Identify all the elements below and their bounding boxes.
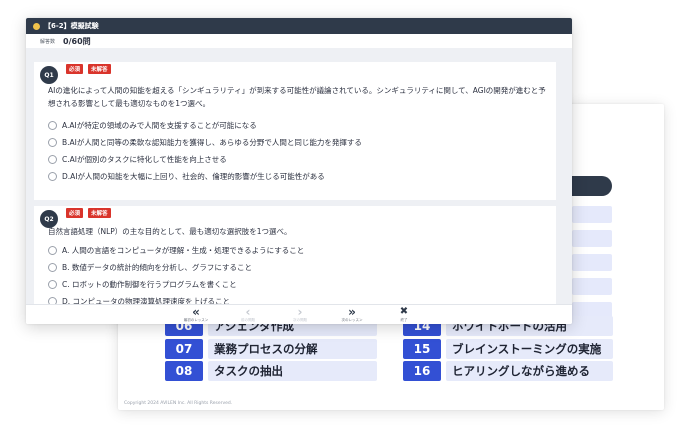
next-lesson-label: 次のレッスン xyxy=(341,318,363,322)
quiz-nav-bar: « 最初のレッスン ‹ 前の問題 › 次の問題 » 次のレッスン ✖ 終了 xyxy=(26,304,572,324)
answered-count: 0/60問 xyxy=(63,36,91,46)
lesson-item[interactable]: 16 ヒアリングしながら進める xyxy=(403,361,613,381)
chevron-left-icon: ‹ xyxy=(245,305,251,319)
lesson-placeholder xyxy=(572,278,612,295)
exit-button[interactable]: ✖ 終了 xyxy=(378,306,430,323)
chevron-right-icon: › xyxy=(297,305,303,319)
option-label: B.AIが人間と同等の柔軟な認知能力を獲得し、あらゆる分野で人間と同じ能力を発揮… xyxy=(62,138,362,147)
radio-button[interactable] xyxy=(48,246,57,255)
lesson-number: 08 xyxy=(165,361,203,381)
question-card: Q1 必須 未解答 AIの進化によって人間の知能を超える「シンギュラリティ」が到… xyxy=(34,62,556,200)
option-label: A. 人間の言語をコンピュータが理解・生成・処理できるようにすること xyxy=(62,246,305,255)
radio-button[interactable] xyxy=(48,121,57,130)
lesson-item[interactable]: 08 タスクの抽出 xyxy=(165,361,377,381)
first-lesson-button[interactable]: « 最初のレッスン xyxy=(170,306,222,323)
question-number-badge: Q1 xyxy=(40,66,58,84)
option-label: B. 数値データの統計的傾向を分析し、グラフにすること xyxy=(62,263,252,272)
lesson-title: ヒアリングしながら進める xyxy=(446,361,613,381)
first-lesson-label: 最初のレッスン xyxy=(183,318,209,322)
answer-option[interactable]: A.AIが特定の領域のみで人間を支援することが可能になる xyxy=(48,120,257,131)
radio-button[interactable] xyxy=(48,280,57,289)
prev-question-button[interactable]: ‹ 前の問題 xyxy=(222,306,274,323)
option-label: D.AIが人間の知能を大幅に上回り、社会的、倫理的影響が生じる可能性がある xyxy=(62,172,325,181)
required-tag: 必須 xyxy=(66,208,84,218)
lesson-placeholder xyxy=(572,254,612,271)
next-lesson-button[interactable]: » 次のレッスン xyxy=(326,306,378,323)
lesson-placeholder xyxy=(572,206,612,223)
answered-label: 解答数 xyxy=(40,38,56,45)
lesson-item[interactable]: 07 業務プロセスの分解 xyxy=(165,339,377,359)
unanswered-tag: 未解答 xyxy=(88,208,111,218)
exit-label: 終了 xyxy=(400,318,408,322)
radio-button[interactable] xyxy=(48,172,57,181)
answer-option[interactable]: C. ロボットの動作制御を行うプログラムを書くこと xyxy=(48,279,237,290)
lesson-number: 16 xyxy=(403,361,441,381)
lesson-number: 15 xyxy=(403,339,441,359)
answer-option[interactable]: B.AIが人間と同等の柔軟な認知能力を獲得し、あらゆる分野で人間と同じ能力を発揮… xyxy=(48,137,362,148)
double-chevron-right-icon: » xyxy=(348,305,356,319)
answer-option[interactable]: D.AIが人間の知能を大幅に上回り、社会的、倫理的影響が生じる可能性がある xyxy=(48,171,325,182)
question-text: 自然言語処理（NLP）の主な目的として、最も適切な選択肢を1つ選べ。 xyxy=(48,227,292,236)
lesson-title: 業務プロセスの分解 xyxy=(208,339,377,359)
status-dot-icon xyxy=(33,22,40,30)
quiz-header: 【6-2】模擬試験 xyxy=(26,18,572,34)
question-scroll-area[interactable]: Q1 必須 未解答 AIの進化によって人間の知能を超える「シンギュラリティ」が到… xyxy=(26,48,572,306)
quiz-title: 【6-2】模擬試験 xyxy=(44,22,99,30)
quiz-window: 【6-2】模擬試験 解答数 0/60問 Q1 必須 未解答 AIの進化によって人… xyxy=(26,18,572,324)
next-question-label: 次の問題 xyxy=(293,318,307,322)
option-label: C.AIが個別のタスクに特化して性能を向上させる xyxy=(62,155,227,164)
copyright-text: Copyright 2024 AVILEN Inc. All Rights Re… xyxy=(124,401,233,406)
prev-question-label: 前の問題 xyxy=(241,318,255,322)
radio-button[interactable] xyxy=(48,138,57,147)
answered-count-row: 解答数 0/60問 xyxy=(26,34,572,49)
radio-button[interactable] xyxy=(48,155,57,164)
question-text: AIの進化によって人間の知能を超える「シンギュラリティ」が到来する可能性が議論さ… xyxy=(48,86,546,108)
option-label: C. ロボットの動作制御を行うプログラムを書くこと xyxy=(62,280,237,289)
double-chevron-left-icon: « xyxy=(192,305,200,319)
next-question-button[interactable]: › 次の問題 xyxy=(274,306,326,323)
answer-option[interactable]: A. 人間の言語をコンピュータが理解・生成・処理できるようにすること xyxy=(48,245,304,256)
lesson-number: 07 xyxy=(165,339,203,359)
answer-option[interactable]: B. 数値データの統計的傾向を分析し、グラフにすること xyxy=(48,262,252,273)
lesson-title: ブレインストーミングの実施 xyxy=(446,339,613,359)
question-card: Q2 必須 未解答 自然言語処理（NLP）の主な目的として、最も適切な選択肢を1… xyxy=(34,206,556,306)
option-label: A.AIが特定の領域のみで人間を支援することが可能になる xyxy=(62,121,257,130)
lesson-placeholder xyxy=(572,230,612,247)
radio-button[interactable] xyxy=(48,263,57,272)
lesson-title: タスクの抽出 xyxy=(208,361,377,381)
close-icon: ✖ xyxy=(399,306,409,317)
answer-option[interactable]: C.AIが個別のタスクに特化して性能を向上させる xyxy=(48,154,227,165)
required-tag: 必須 xyxy=(66,64,84,74)
unanswered-tag: 未解答 xyxy=(88,64,111,74)
lesson-item[interactable]: 15 ブレインストーミングの実施 xyxy=(403,339,613,359)
